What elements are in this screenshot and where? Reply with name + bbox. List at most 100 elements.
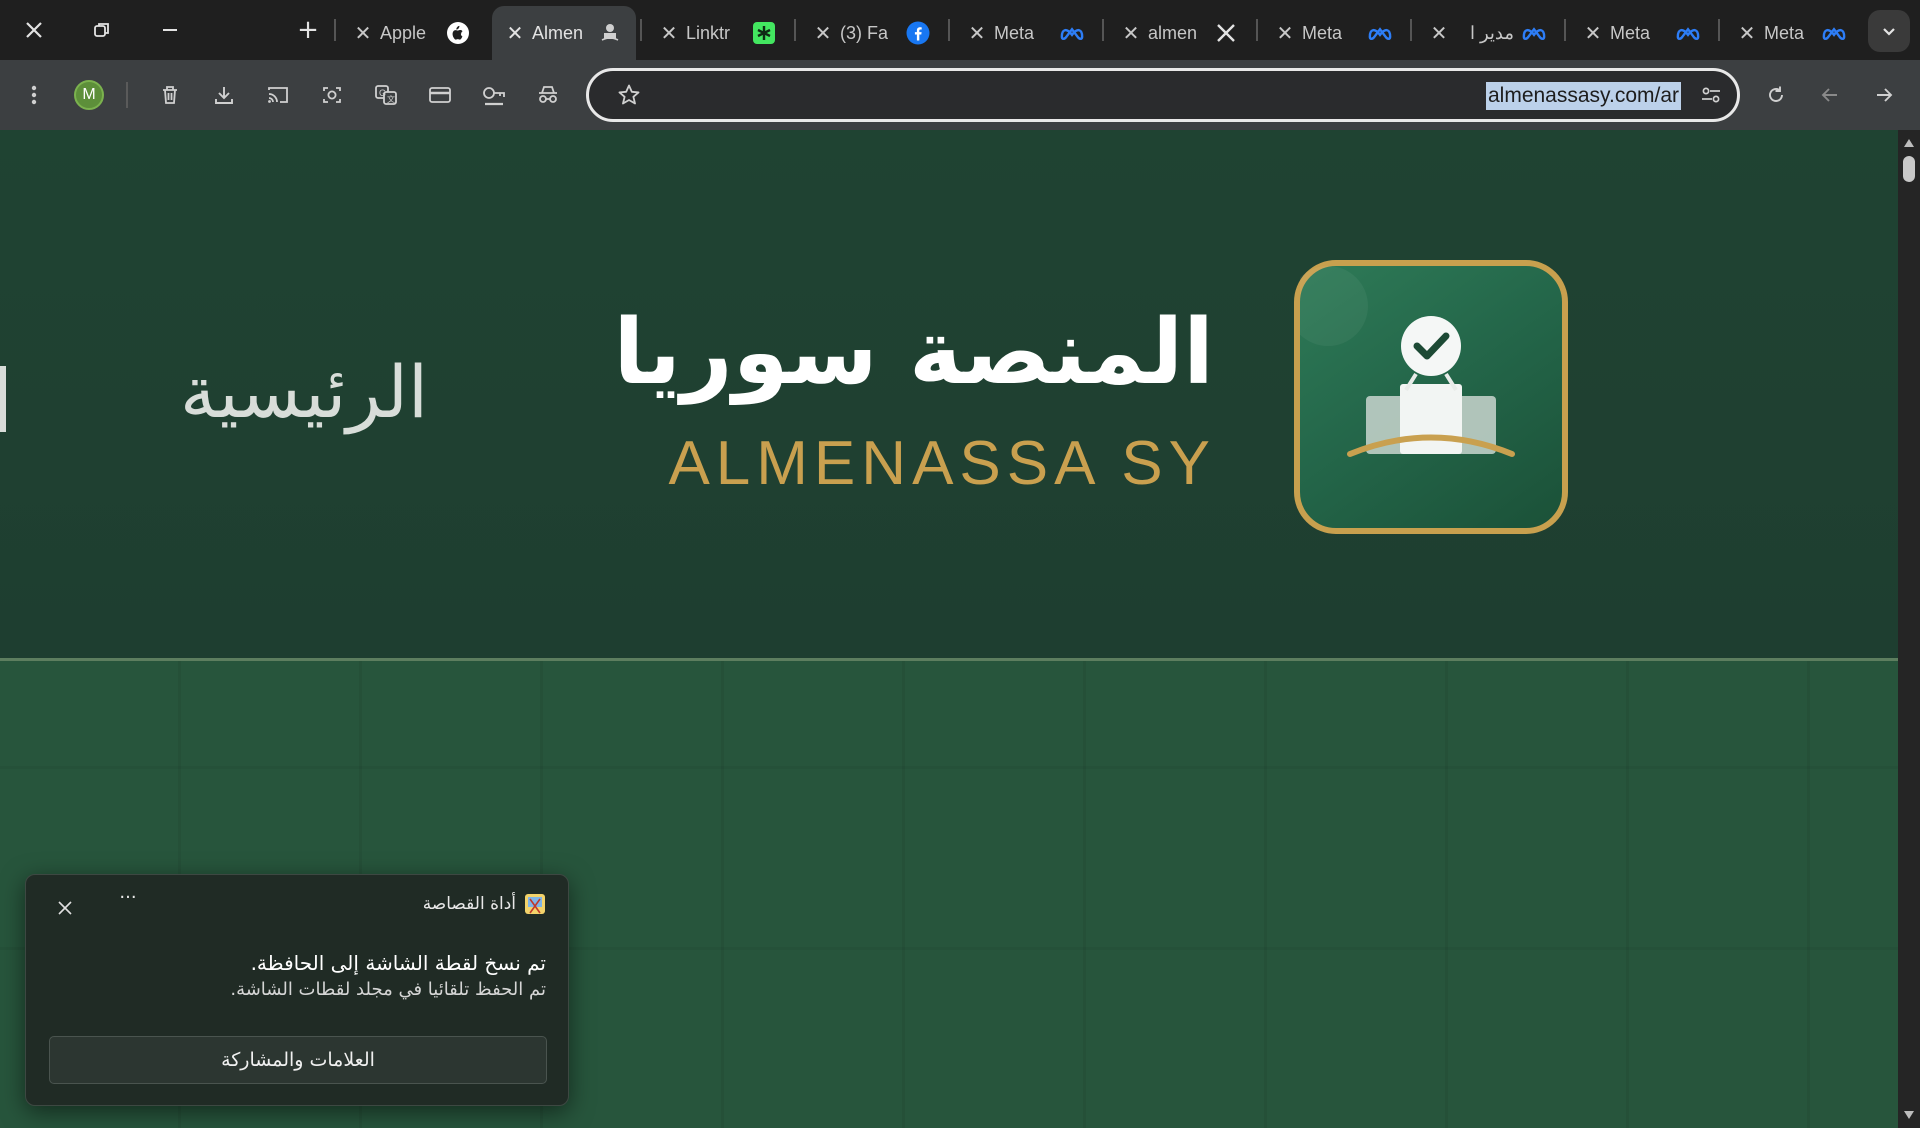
delete-button[interactable] (152, 77, 188, 113)
site-header: الرئيسية المنصة سوريا ALMENASSA SY (0, 130, 1898, 660)
toast-more-button[interactable]: ··· (110, 887, 146, 913)
markup-share-label: العلامات والمشاركة (221, 1049, 375, 1071)
tab-x[interactable]: ✕ almen (1108, 6, 1252, 60)
reload-button[interactable] (1758, 77, 1794, 113)
tune-icon (1702, 87, 1720, 103)
key-icon (483, 87, 505, 106)
bookmark-button[interactable] (611, 77, 647, 113)
browser-toolbar: M G文 almenassasy.com/ar (0, 60, 1920, 130)
toast-app-name: أداة القصاصة (422, 894, 516, 914)
back-button[interactable] (1812, 77, 1848, 113)
tab-separator (1410, 19, 1412, 41)
toast-message: تم نسخ لقطة الشاشة إلى الحافظة. (250, 951, 546, 975)
scroll-up-button[interactable] (1898, 134, 1920, 152)
tab-facebook[interactable]: ✕ (3) Fa (800, 6, 944, 60)
tab-close-icon[interactable]: ✕ (1430, 21, 1448, 46)
site-logo-english[interactable]: ALMENASSA SY (668, 428, 1216, 499)
tab-close-icon[interactable]: ✕ (1584, 21, 1602, 46)
meta-icon (1676, 21, 1700, 45)
downloads-button[interactable] (206, 77, 242, 113)
tab-almenassa[interactable]: ✕ Almen (492, 6, 636, 60)
tab-title: Almen (532, 22, 584, 43)
cast-button[interactable] (260, 77, 296, 113)
tab-close-icon[interactable]: ✕ (506, 21, 524, 46)
close-icon (26, 22, 42, 38)
site-settings-button[interactable] (1693, 77, 1729, 113)
window-minimize-button[interactable] (136, 0, 204, 60)
tab-meta-manager[interactable]: ✕ مدير ا (1416, 6, 1560, 60)
scroll-down-button[interactable] (1898, 1106, 1920, 1124)
snipping-tool-icon (525, 894, 545, 914)
tab-title: almen (1148, 22, 1198, 43)
podium-check-icon (1288, 266, 1515, 457)
window-close-button[interactable] (0, 0, 68, 60)
tab-close-icon[interactable]: ✕ (968, 21, 986, 46)
passwords-button[interactable] (476, 77, 512, 113)
tab-meta[interactable]: ✕ Meta (1724, 6, 1860, 60)
tab-separator (794, 19, 796, 41)
tab-title: Apple (380, 22, 427, 43)
tab-separator (1256, 19, 1258, 41)
url-text[interactable]: almenassasy.com/ar (1485, 82, 1681, 110)
translate-button[interactable]: G文 (368, 77, 404, 113)
tab-close-icon[interactable]: ✕ (1738, 21, 1756, 46)
nav-item-home[interactable]: الرئيسية (180, 350, 428, 434)
address-bar[interactable]: almenassasy.com/ar (586, 68, 1740, 122)
tab-apple[interactable]: ✕ Apple (340, 6, 484, 60)
toast-close-button[interactable] (52, 895, 78, 921)
tab-close-icon[interactable]: ✕ (1122, 21, 1140, 46)
avatar-initial: M (82, 86, 96, 103)
svg-text:G: G (379, 88, 386, 98)
avatar[interactable]: M (74, 80, 104, 110)
tab-linktree[interactable]: ✕ Linktr (646, 6, 790, 60)
lens-button[interactable] (314, 77, 350, 113)
window-restore-button[interactable] (68, 0, 136, 60)
tab-separator (640, 19, 642, 41)
scroll-thumb[interactable] (1903, 156, 1915, 182)
tab-separator (1102, 19, 1104, 41)
toast-detail: تم الحفظ تلقائيا في مجلد لقطات الشاشة. (230, 979, 546, 1000)
toast-header: أداة القصاصة (423, 893, 546, 915)
tab-title: Meta (1610, 22, 1651, 43)
triangle-down-icon (1904, 1111, 1914, 1119)
arrow-right-icon (1877, 88, 1893, 102)
toolbar-separator (126, 82, 128, 108)
tab-close-icon[interactable]: ✕ (1276, 21, 1294, 46)
tab-close-icon[interactable]: ✕ (354, 21, 372, 46)
tab-separator (948, 19, 950, 41)
tab-search-button[interactable] (1868, 10, 1910, 52)
tab-meta[interactable]: ✕ Meta (954, 6, 1098, 60)
minimize-icon (163, 29, 177, 31)
tab-title: مدير ا (1469, 22, 1514, 43)
tab-title: Meta (1302, 22, 1343, 43)
payment-methods-button[interactable] (422, 77, 458, 113)
credit-card-icon (429, 87, 451, 103)
restore-icon (94, 23, 109, 37)
svg-text:文: 文 (387, 94, 395, 104)
kebab-menu-icon (31, 85, 37, 105)
translate-icon: G文 (375, 85, 397, 105)
close-icon (58, 901, 72, 915)
tab-separator (1564, 19, 1566, 41)
tab-title: Meta (994, 22, 1035, 43)
markup-share-button[interactable]: العلامات والمشاركة (49, 1036, 547, 1084)
new-tab-button[interactable]: + (288, 10, 328, 50)
tab-title: (3) Fa (840, 22, 889, 43)
x-icon (1214, 21, 1238, 45)
forward-button[interactable] (1866, 77, 1902, 113)
tab-close-icon[interactable]: ✕ (814, 21, 832, 46)
meta-icon (1522, 21, 1546, 45)
nav-item-partial[interactable] (0, 366, 6, 432)
page-scrollbar[interactable] (1898, 130, 1920, 1128)
menu-button[interactable] (16, 77, 52, 113)
site-logo-arabic[interactable]: المنصة سوريا (613, 300, 1214, 405)
meta-icon (1368, 21, 1392, 45)
site-logo-badge[interactable] (1288, 260, 1568, 534)
star-icon (618, 84, 640, 105)
tab-meta[interactable]: ✕ Meta (1570, 6, 1714, 60)
incognito-button[interactable] (530, 77, 566, 113)
tab-meta[interactable]: ✕ Meta (1262, 6, 1406, 60)
tab-close-icon[interactable]: ✕ (660, 21, 678, 46)
almenassa-icon (598, 21, 622, 45)
chevron-down-icon (1883, 28, 1895, 36)
